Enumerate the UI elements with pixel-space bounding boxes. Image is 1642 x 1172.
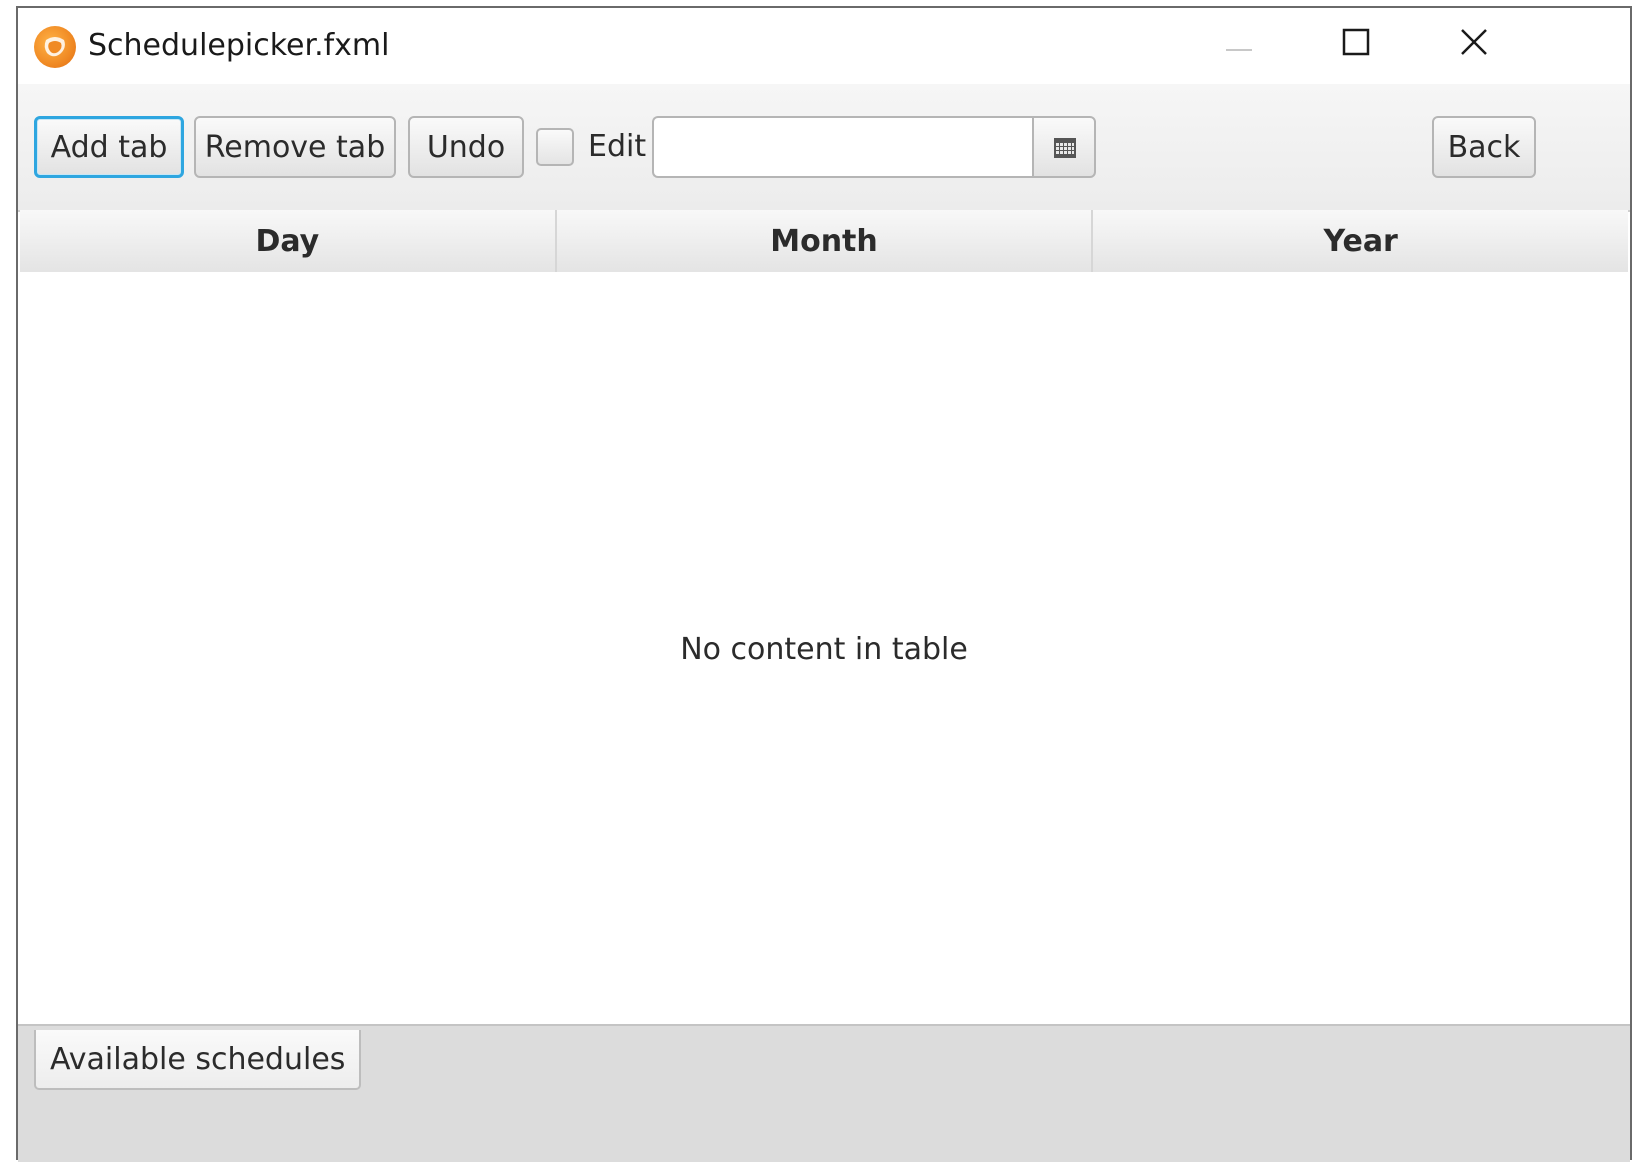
- close-icon: [1461, 29, 1487, 55]
- table-header: Day Month Year: [20, 210, 1628, 274]
- add-tab-button[interactable]: Add tab: [34, 116, 184, 178]
- minimize-icon: [1226, 49, 1252, 51]
- app-logo-icon: [34, 26, 76, 68]
- date-picker-button[interactable]: [1032, 116, 1096, 178]
- edit-checkbox-label: Edit: [588, 129, 647, 164]
- toolbar: Add tab Remove tab Undo Edit Back: [18, 84, 1630, 212]
- tab-bar: Available schedules: [18, 1024, 1630, 1162]
- close-button[interactable]: [1434, 14, 1514, 74]
- date-input[interactable]: [652, 116, 1034, 178]
- calendar-icon: [1054, 138, 1076, 158]
- window-title: Schedulepicker.fxml: [88, 28, 390, 63]
- column-header-day[interactable]: Day: [20, 210, 557, 272]
- application-window: Schedulepicker.fxml Add tab Remove tab U…: [16, 6, 1632, 1162]
- column-header-year[interactable]: Year: [1093, 210, 1628, 272]
- column-header-month[interactable]: Month: [557, 210, 1094, 272]
- maximize-button[interactable]: [1316, 14, 1396, 74]
- back-button[interactable]: Back: [1432, 116, 1536, 178]
- edit-checkbox[interactable]: [536, 128, 574, 166]
- undo-button[interactable]: Undo: [408, 116, 524, 178]
- minimize-button[interactable]: [1198, 14, 1278, 74]
- maximize-icon: [1342, 28, 1370, 56]
- title-bar[interactable]: Schedulepicker.fxml: [18, 8, 1630, 84]
- remove-tab-button[interactable]: Remove tab: [194, 116, 396, 178]
- table-body[interactable]: No content in table: [20, 272, 1628, 1024]
- tab-available-schedules[interactable]: Available schedules: [34, 1030, 362, 1090]
- empty-table-placeholder: No content in table: [680, 632, 968, 667]
